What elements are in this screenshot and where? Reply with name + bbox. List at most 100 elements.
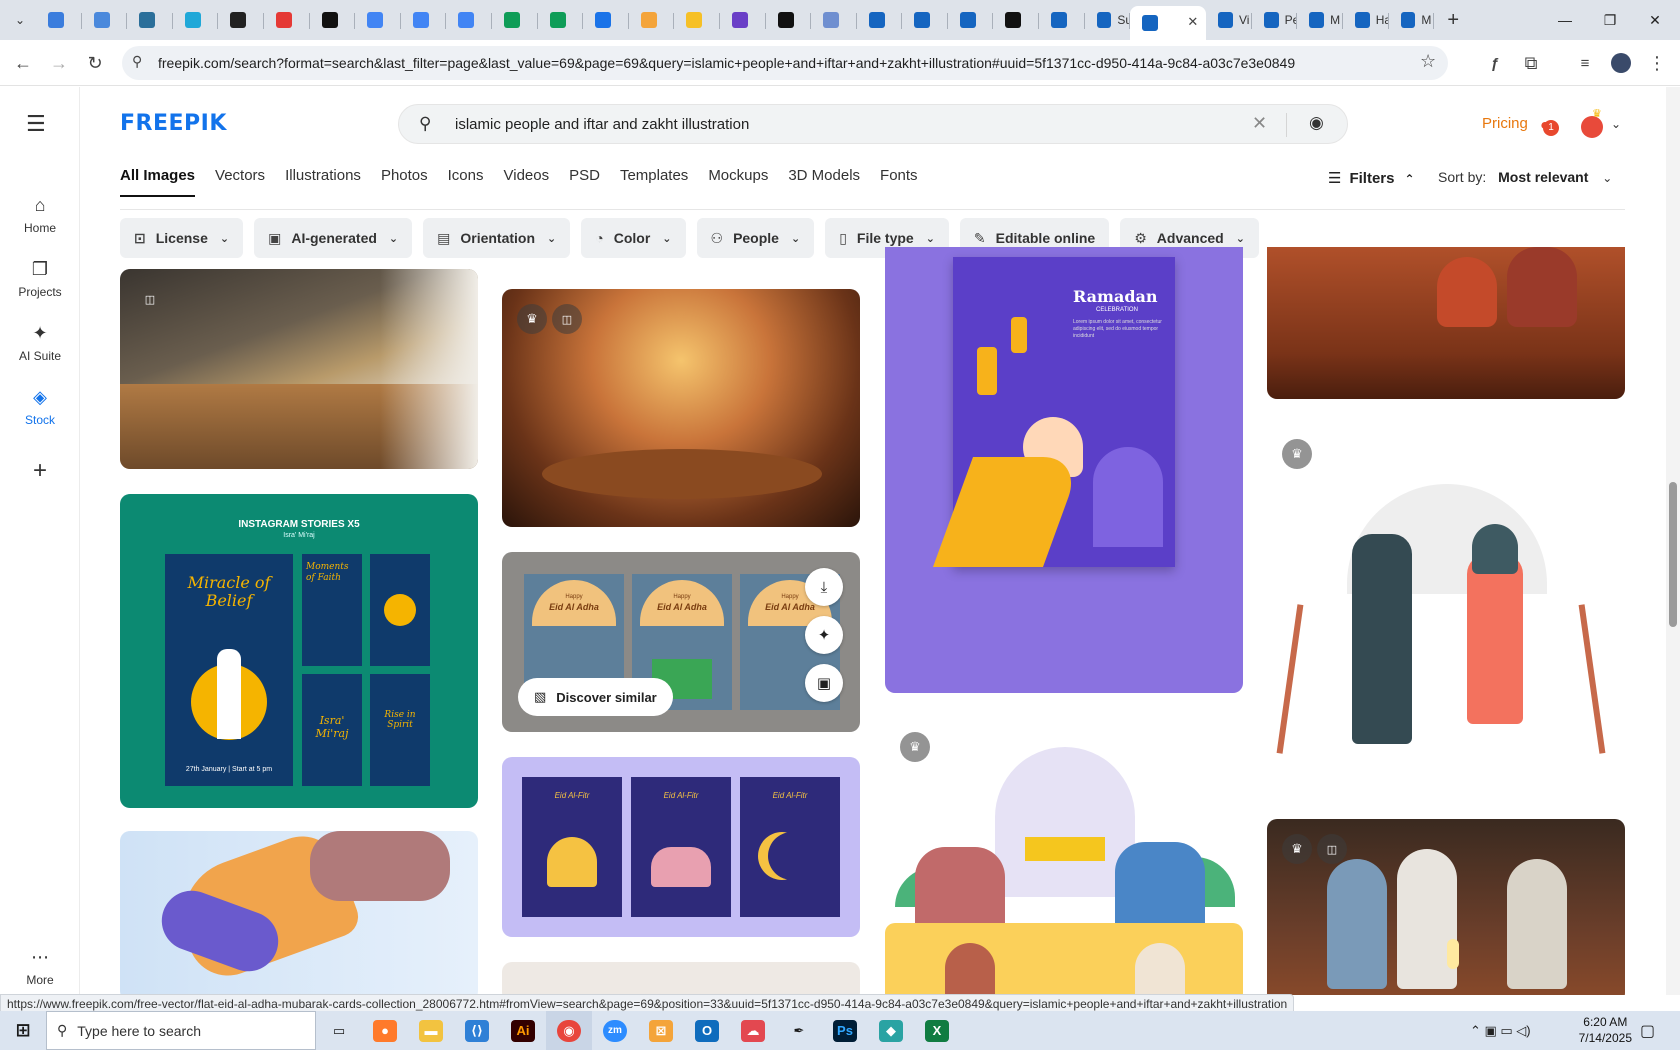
browser-menu-icon[interactable]: ⋮ [1642,48,1672,78]
sort-dropdown[interactable]: Sort by: Most relevant ⌄ [1438,169,1612,185]
site-info-icon[interactable]: ⚲ [132,53,142,70]
tab-illustrations[interactable]: Illustrations [285,167,361,197]
browser-tab[interactable] [857,4,903,36]
browser-tab[interactable]: M [1297,4,1344,36]
result-card-instagram-stories[interactable]: INSTAGRAM STORIES X5 Isra' Mi'raj Miracl… [120,494,478,808]
browser-tab[interactable]: M [1389,4,1435,36]
media-queue-icon[interactable]: ≡ [1570,48,1600,78]
clear-search-icon[interactable]: ✕ [1252,113,1267,134]
result-card-market-illustration[interactable] [885,923,1243,995]
browser-tab[interactable] [264,4,310,36]
windows-start-icon[interactable]: ⊞ [0,1011,46,1050]
save-to-collection-icon[interactable]: ▣ [805,664,843,702]
browser-tab[interactable] [583,4,629,36]
forward-icon[interactable]: → [44,48,74,78]
tab-search-chevron-icon[interactable]: ⌄ [4,4,36,36]
page-scrollbar[interactable] [1666,87,1680,995]
taskbar-search[interactable]: ⚲ Type here to search [46,1011,316,1050]
reload-icon[interactable]: ↻ [80,48,110,78]
creative-cloud-icon[interactable]: ☁ [730,1011,776,1050]
browser-tab[interactable] [82,4,128,36]
tab-templates[interactable]: Templates [620,167,688,197]
result-card-eid-al-adha-cards[interactable]: Happy Eid Al Adha Happy Eid Al Adha Happ… [502,552,860,732]
browser-tab[interactable] [173,4,219,36]
result-card-partial[interactable] [502,962,860,995]
browser-tab[interactable] [674,4,720,36]
tab-icons[interactable]: Icons [448,167,484,197]
result-card-hijab-family-ai[interactable] [1267,247,1625,399]
notifications-icon[interactable]: ▢ [1640,1021,1655,1041]
file-explorer-icon[interactable]: ▬ [408,1011,454,1050]
sidebar-item-projects[interactable]: ❐ Projects [0,257,80,299]
browser-tab[interactable] [902,4,948,36]
minimize-icon[interactable]: — [1540,0,1590,40]
address-bar[interactable]: ⚲ freepik.com/search?format=search&last_… [122,46,1448,80]
sidebar-item-home[interactable]: ⌂ Home [0,193,80,235]
close-tab-icon[interactable]: ✕ [1187,14,1198,30]
tab-mockups[interactable]: Mockups [708,167,768,197]
pen-tool-icon[interactable]: ✒ [776,1011,822,1050]
taskbar-clock[interactable]: 6:20 AM 7/14/2025 [1579,1014,1632,1046]
browser-tab[interactable] [36,4,82,36]
add-icon[interactable]: + [0,457,80,485]
profile-avatar-icon[interactable] [1606,48,1636,78]
result-card-buffet[interactable]: ◫ [120,269,478,469]
extensions-puzzle-icon[interactable]: ⧉ [1516,48,1546,78]
photoshop-icon[interactable]: Ps [822,1011,868,1050]
search-bar[interactable]: ⚲ islamic people and iftar and zakht ill… [398,104,1348,144]
result-card-family-candles-ai[interactable]: ♛ ◫ [1267,819,1625,995]
restore-icon[interactable]: ❐ [1585,0,1635,40]
chrome-icon[interactable]: ◉ [546,1011,592,1050]
filter-orientation[interactable]: ▤ Orientation ⌄ [423,218,571,258]
browser-tab[interactable]: Pe [1252,4,1298,36]
sidebar-item-ai-suite[interactable]: ✦ AI Suite [0,321,80,363]
browser-tab[interactable] [492,4,538,36]
back-icon[interactable]: ← [8,48,38,78]
search-input[interactable]: islamic people and iftar and zakht illus… [455,116,749,133]
browser-tab[interactable]: Su [1085,4,1131,36]
outlook-icon[interactable]: O [684,1011,730,1050]
browser-tab[interactable] [766,4,812,36]
download-icon[interactable]: ⤓ [805,568,843,606]
firefox-icon[interactable]: ● [362,1011,408,1050]
result-card-prayer-illustration[interactable] [120,831,478,995]
url-text[interactable]: freepik.com/search?format=search&last_fi… [158,55,1398,71]
browser-tab[interactable] [948,4,994,36]
browser-tab[interactable] [538,4,584,36]
vscode-icon[interactable]: ⟨⟩ [454,1011,500,1050]
illustrator-icon[interactable]: Ai [500,1011,546,1050]
tab-3d-models[interactable]: 3D Models [788,167,860,197]
tab-photos[interactable]: Photos [381,167,428,197]
camera-search-icon[interactable]: ◉ [1309,113,1324,133]
system-tray-icons[interactable]: ⌃ ▣ ▭ ◁) [1470,1023,1531,1039]
tab-vectors[interactable]: Vectors [215,167,265,197]
new-tab-button[interactable]: + [1438,9,1468,32]
chevron-down-icon[interactable]: ⌄ [1611,117,1621,131]
tab-all-images[interactable]: All Images [120,167,196,197]
result-card-iftar-hall[interactable]: ♛ ◫ [502,289,860,527]
result-card-ramadan-poster[interactable]: Ramadan CELEBRATION Lorem ipsum dolor si… [885,247,1243,693]
filter-license[interactable]: ⊡ License ⌄ [120,218,244,258]
browser-tab[interactable] [720,4,766,36]
pricing-link[interactable]: Pricing [1482,115,1528,132]
browser-tab[interactable] [1039,4,1085,36]
result-card-eid-al-fitr-cards[interactable]: Eid Al-Fitr Eid Al-Fitr Eid Al-Fitr [502,757,860,937]
browser-tab[interactable]: Ha [1343,4,1389,36]
filters-button[interactable]: ☰ Filters ⌃ [1328,169,1415,187]
browser-tab[interactable]: Vi [1206,4,1252,36]
browser-tab-active[interactable]: ✕ [1130,6,1207,40]
tab-psd[interactable]: PSD [569,167,600,197]
ai-edit-sparkle-icon[interactable]: ✦ [805,616,843,654]
browser-tab[interactable] [401,4,447,36]
hamburger-menu-icon[interactable]: ☰ [26,111,54,139]
browser-tab[interactable] [310,4,356,36]
close-window-icon[interactable]: ✕ [1630,0,1680,40]
task-view-icon[interactable]: ▭ [316,1011,362,1050]
app-teal-icon[interactable]: ◆ [868,1011,914,1050]
extension-icon[interactable]: ƒ [1480,48,1510,78]
discover-similar-button[interactable]: ▧ Discover similar [518,678,673,716]
freepik-logo[interactable]: FREEPIK [120,111,227,136]
result-card-couple-illustration[interactable]: ♛ [1267,424,1625,884]
tab-fonts[interactable]: Fonts [880,167,918,197]
bookmark-star-icon[interactable]: ☆ [1420,51,1436,72]
